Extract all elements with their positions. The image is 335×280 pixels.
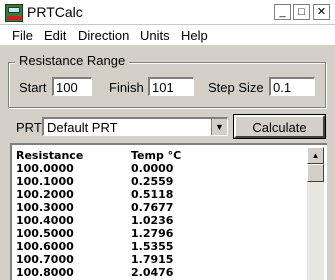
resistance-value: 100.3000	[16, 201, 74, 214]
resistance-value: 100.1000	[16, 175, 74, 188]
prt-selected-value: Default PRT	[47, 120, 118, 135]
finish-label: Finish	[109, 80, 144, 95]
title-bar: PRTCalc _ □ ✕	[0, 0, 335, 25]
temperature-value: 0.7677	[131, 201, 174, 214]
temperature-value: 1.5355	[131, 240, 174, 253]
resistance-value: 100.6000	[16, 240, 74, 253]
scroll-up-arrow-icon[interactable]: ▲	[307, 147, 324, 164]
step-size-label: Step Size	[208, 80, 264, 95]
prt-label: PRT	[16, 120, 42, 135]
finish-input[interactable]	[148, 77, 194, 96]
temperature-value: 0.5118	[131, 188, 174, 201]
menu-units[interactable]: Units	[140, 28, 170, 43]
start-input[interactable]	[52, 77, 92, 96]
temperature-value: 1.7915	[131, 253, 174, 266]
temperature-value: 1.0236	[131, 214, 174, 227]
menu-bar: File Edit Direction Units Help	[0, 25, 335, 45]
resistance-range-label: Resistance Range	[15, 53, 130, 68]
calculate-button[interactable]: Calculate	[233, 114, 326, 139]
scroll-thumb[interactable]	[307, 164, 324, 182]
resistance-header: Resistance	[16, 149, 84, 162]
resistance-value: 100.2000	[16, 188, 74, 201]
app-icon	[5, 4, 23, 22]
resistance-value: 100.5000	[16, 227, 74, 240]
maximize-button[interactable]: □	[293, 4, 310, 20]
menu-help[interactable]: Help	[181, 28, 208, 43]
minimize-button[interactable]: _	[274, 4, 291, 20]
prt-select[interactable]: Default PRT ▼	[42, 117, 228, 136]
results-scrollbar[interactable]: ▲	[307, 147, 324, 280]
temperature-value: 0.0000	[131, 162, 174, 175]
chevron-down-icon[interactable]: ▼	[211, 119, 227, 135]
resistance-value: 100.4000	[16, 214, 74, 227]
menu-direction[interactable]: Direction	[78, 28, 129, 43]
temperature-value: 2.0476	[131, 266, 174, 279]
resistance-value: 100.8000	[16, 266, 74, 279]
close-button[interactable]: ✕	[313, 4, 330, 20]
menu-edit[interactable]: Edit	[44, 28, 66, 43]
temperature-value: 1.2796	[131, 227, 174, 240]
step-size-input[interactable]	[269, 77, 315, 96]
menu-file[interactable]: File	[12, 28, 33, 43]
start-label: Start	[19, 80, 47, 95]
temp-header: Temp °C	[131, 149, 182, 162]
resistance-value: 100.7000	[16, 253, 74, 266]
window-title: PRTCalc	[27, 4, 83, 20]
resistance-value: 100.0000	[16, 162, 74, 175]
results-list[interactable]: Resistance Temp °C 100.0000 0.0000 100.1…	[10, 143, 327, 280]
temperature-value: 0.2559	[131, 175, 174, 188]
